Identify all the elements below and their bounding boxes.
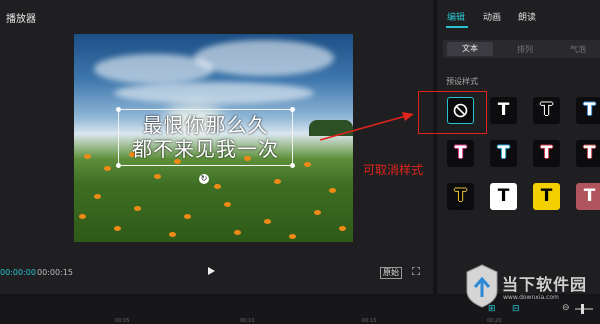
style-preview-glyph: T [540,143,553,163]
text-style-option[interactable]: T [576,183,600,210]
play-icon[interactable] [208,267,215,275]
tab-edit[interactable]: 编辑 [447,10,465,23]
text-style-option[interactable]: T [447,140,474,167]
cloud [194,40,334,76]
cloud [114,82,314,104]
style-preview-glyph: T [454,186,467,206]
text-style-option[interactable]: T [490,97,517,124]
style-preview-glyph: T [454,143,467,163]
style-preview-glyph: T [583,143,596,163]
tab-read-aloud[interactable]: 朗读 [518,10,536,23]
timeline-tick: 00:20 [487,318,502,324]
watermark-logo-icon [466,264,498,308]
watermark-url: www.downxia.com [503,294,559,301]
style-preview-glyph: T [583,100,596,120]
style-preview-glyph: T [497,100,510,120]
style-preview-glyph: T [497,143,510,163]
annotation-text: 可取消样式 [363,163,424,177]
link-icon[interactable]: ⊟ [512,304,520,314]
zoom-slider[interactable] [575,308,593,310]
tab-underline [446,26,468,28]
subtab-text[interactable]: 文本 [447,42,493,56]
text-style-option[interactable]: T [447,183,474,210]
style-preview-glyph: T [497,186,510,206]
resize-handle[interactable] [116,163,121,168]
timeline-tick: 00:10 [240,318,255,324]
subtitle-line-1: 最恨你那么久 [142,113,269,137]
resize-handle[interactable] [116,107,121,112]
arrow-icon [319,112,414,141]
highlight-box [418,91,487,134]
ratio-button[interactable]: 原始 [380,267,402,279]
zoom-out-icon[interactable]: ⊖ [562,303,570,313]
player-title: 播放器 [6,14,36,25]
style-preview-glyph: T [583,186,596,206]
resize-handle[interactable] [290,163,295,168]
subtab-arrange[interactable]: 排列 [517,44,533,55]
text-style-option[interactable]: T [490,140,517,167]
current-time: 00:00:00 [0,268,36,277]
fullscreen-icon[interactable] [412,267,420,275]
subtitle-line-2: 都不来见我一次 [132,137,279,161]
subtab-bubble[interactable]: 气泡 [570,44,586,55]
style-preview-glyph: T [540,100,553,120]
watermark-name: 当下软件园 [502,275,588,294]
style-preview-glyph: T [540,186,553,206]
zoom-slider-thumb[interactable] [581,304,584,314]
text-style-option[interactable]: T [490,183,517,210]
resize-handle[interactable] [290,107,295,112]
text-style-option[interactable]: T [576,97,600,124]
text-style-option[interactable]: T [533,140,560,167]
preset-style-label: 预设样式 [446,77,478,86]
timeline-tick: 00:05 [115,318,130,324]
text-style-option[interactable]: T [533,183,560,210]
text-style-option[interactable]: T [533,97,560,124]
rotate-icon[interactable]: ↻ [199,174,209,184]
tab-animation[interactable]: 动画 [483,10,501,23]
text-style-option[interactable]: T [576,140,600,167]
timeline-tick: 00:15 [362,318,377,324]
total-time: 00:00:15 [37,268,73,277]
text-selection-box[interactable]: 最恨你那么久 都不来见我一次 [116,107,295,168]
